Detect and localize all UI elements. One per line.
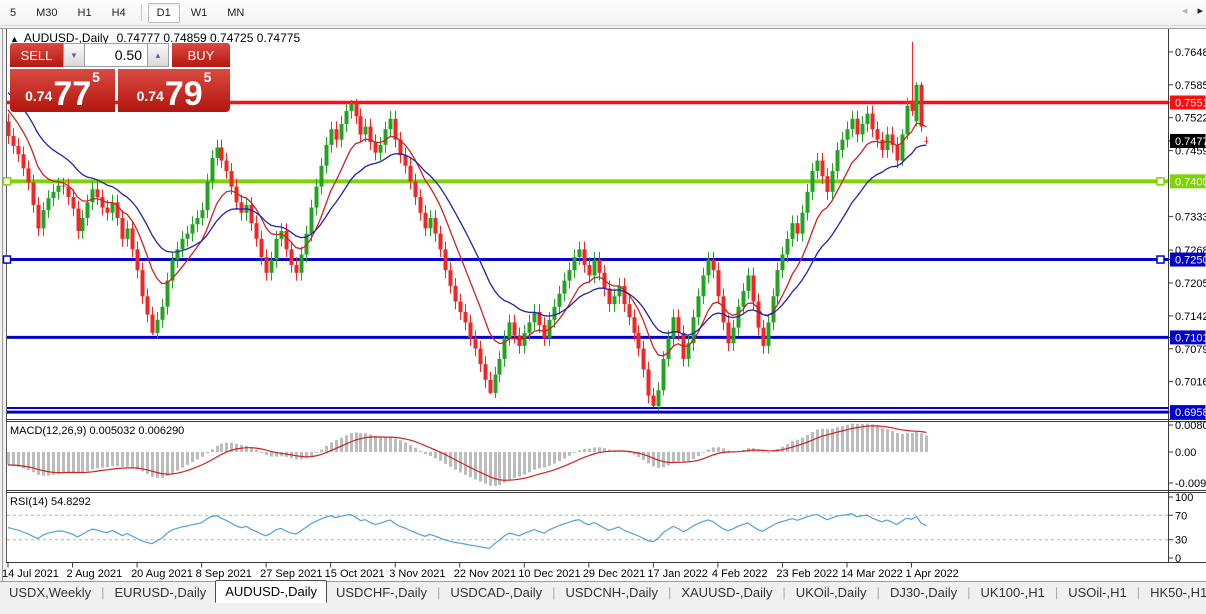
sell-price-main: 77 <box>53 75 92 113</box>
buy-button[interactable]: BUY <box>172 43 230 67</box>
tab-usdcad-daily[interactable]: USDCAD-,Daily <box>441 582 551 603</box>
svg-text:17 Jan 2022: 17 Jan 2022 <box>647 568 708 580</box>
svg-text:70: 70 <box>1175 510 1187 522</box>
svg-text:15 Oct 2021: 15 Oct 2021 <box>325 568 385 580</box>
tab-ukoil-daily[interactable]: UKOil-,Daily <box>787 582 876 603</box>
svg-text:20 Aug 2021: 20 Aug 2021 <box>131 568 193 580</box>
volume-increase-button[interactable]: ▲ <box>147 43 169 67</box>
tab-dj30-daily[interactable]: DJ30-,Daily <box>881 582 966 603</box>
trading-terminal: { "toolbar": { "items": [ {"label":"5"},… <box>0 0 1206 614</box>
svg-text:27 Sep 2021: 27 Sep 2021 <box>260 568 322 580</box>
svg-text:0.73330: 0.73330 <box>1175 211 1206 223</box>
tab-usoil-h1[interactable]: USOil-,H1 <box>1059 582 1136 603</box>
buy-price-box[interactable]: 0.74 79 5 <box>118 69 230 112</box>
svg-text:30: 30 <box>1175 535 1187 547</box>
rsi-value: 54.8292 <box>50 496 91 508</box>
tab-audusd-daily[interactable]: AUDUSD-,Daily <box>215 580 327 603</box>
tab-scroll-buttons: ◂ ▸ <box>1175 4 1203 17</box>
sell-button[interactable]: SELL <box>10 43 63 67</box>
svg-text:0.69582: 0.69582 <box>1175 407 1206 419</box>
volume-input[interactable] <box>85 43 147 67</box>
buy-price-prefix: 0.74 <box>136 88 164 104</box>
svg-text:4 Feb 2022: 4 Feb 2022 <box>712 568 768 580</box>
tab-eurusd-daily[interactable]: EURUSD-,Daily <box>106 582 216 603</box>
svg-text:3 Nov 2021: 3 Nov 2021 <box>389 568 445 580</box>
timeframe-button-h1[interactable]: H1 <box>69 3 101 23</box>
tab-uk100-h1[interactable]: UK100-,H1 <box>972 582 1054 603</box>
svg-text:29 Dec 2021: 29 Dec 2021 <box>583 568 645 580</box>
tab-usdx-weekly[interactable]: USDX,Weekly <box>0 582 100 603</box>
svg-text:14 Jul 2021: 14 Jul 2021 <box>2 568 59 580</box>
timeframe-button-m30[interactable]: M30 <box>27 3 66 23</box>
rsi-label: RSI(14) 54.8292 <box>10 496 91 508</box>
svg-text:0.72055: 0.72055 <box>1175 278 1206 290</box>
svg-text:14 Mar 2022: 14 Mar 2022 <box>841 568 903 580</box>
chevron-down-icon: ▼ <box>70 50 78 60</box>
tab-usdchf-daily[interactable]: USDCHF-,Daily <box>327 582 436 603</box>
svg-text:23 Feb 2022: 23 Feb 2022 <box>776 568 838 580</box>
svg-text:0.75512: 0.75512 <box>1175 97 1206 109</box>
volume-decrease-button[interactable]: ▼ <box>63 43 85 67</box>
svg-text:100: 100 <box>1175 492 1193 504</box>
svg-text:0.76480: 0.76480 <box>1175 47 1206 59</box>
svg-text:0.70165: 0.70165 <box>1175 377 1206 389</box>
svg-text:0.75220: 0.75220 <box>1175 113 1206 125</box>
svg-text:0.008063: 0.008063 <box>1175 420 1206 432</box>
tab-scroll-right-icon[interactable]: ▸ <box>1197 5 1203 17</box>
svg-text:0.00: 0.00 <box>1175 447 1196 459</box>
tab-hk50-h1[interactable]: HK50-,H1 <box>1141 582 1206 603</box>
timeframe-button-5[interactable]: 5 <box>1 3 25 23</box>
macd-values: 0.005032 0.006290 <box>89 425 185 437</box>
timeframe-button-mn[interactable]: MN <box>218 3 253 23</box>
tab-usdcnh-daily[interactable]: USDCNH-,Daily <box>557 582 667 603</box>
svg-text:0.71425: 0.71425 <box>1175 311 1206 323</box>
symbol-tab-bar: USDX,Weekly | EURUSD-,Daily AUDUSD-,Daily US… <box>0 580 1206 603</box>
svg-text:10 Dec 2021: 10 Dec 2021 <box>518 568 580 580</box>
macd-label: MACD(12,26,9) 0.005032 0.006290 <box>10 425 184 437</box>
timeframe-toolbar: 5 M30 H1 H4 D1 W1 MN <box>0 0 1206 26</box>
buy-price-pipette: 5 <box>203 69 212 85</box>
timeframe-button-w1[interactable]: W1 <box>182 3 217 23</box>
one-click-trade-panel: SELL ▼ ▲ BUY 0.74 77 5 0.74 79 5 <box>10 43 230 112</box>
svg-text:22 Nov 2021: 22 Nov 2021 <box>454 568 516 580</box>
svg-text:0.70795: 0.70795 <box>1175 344 1206 356</box>
svg-text:8 Sep 2021: 8 Sep 2021 <box>196 568 252 580</box>
sell-price-prefix: 0.74 <box>25 88 53 104</box>
svg-text:0.74775: 0.74775 <box>1175 136 1206 148</box>
svg-text:0.75850: 0.75850 <box>1175 80 1206 92</box>
timeframe-button-h4[interactable]: H4 <box>103 3 135 23</box>
tab-xauusd-daily[interactable]: XAUUSD-,Daily <box>672 582 781 603</box>
buy-price-main: 79 <box>164 75 203 113</box>
svg-text:0: 0 <box>1175 553 1181 565</box>
svg-text:1 Apr 2022: 1 Apr 2022 <box>906 568 959 580</box>
svg-text:0.71013: 0.71013 <box>1175 332 1206 344</box>
chevron-up-icon: ▲ <box>154 50 162 60</box>
svg-text:-0.00928: -0.00928 <box>1175 478 1206 490</box>
sell-price-pipette: 5 <box>92 69 100 85</box>
timeframe-button-d1[interactable]: D1 <box>147 2 180 23</box>
rsi-name: RSI(14) <box>10 496 48 508</box>
svg-text:0.74002: 0.74002 <box>1175 176 1206 188</box>
svg-text:0.72504: 0.72504 <box>1175 255 1206 267</box>
sell-price-box[interactable]: 0.74 77 5 <box>10 69 115 112</box>
toolbar-separator <box>140 4 142 21</box>
tab-scroll-left-icon[interactable]: ◂ <box>1182 5 1188 17</box>
macd-name: MACD(12,26,9) <box>10 425 87 437</box>
svg-text:2 Aug 2021: 2 Aug 2021 <box>67 568 123 580</box>
